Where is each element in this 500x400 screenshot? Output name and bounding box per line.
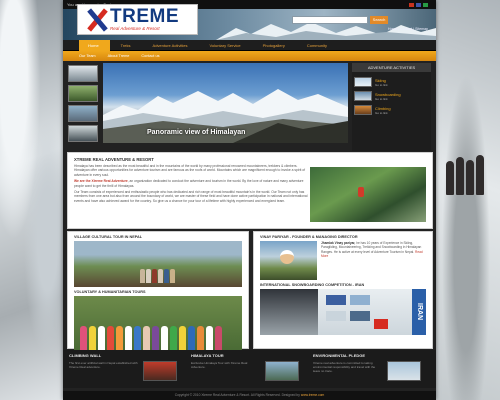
intro-section: XTREME REAL ADVENTURE & RESORT Himalaya … <box>67 152 433 229</box>
snowboarding-competition-title[interactable]: INTERNATIONAL SNOWBOARDING COMPETITION -… <box>254 280 432 289</box>
climbing-wall-image[interactable] <box>143 361 177 381</box>
flag-icon[interactable] <box>409 2 414 7</box>
footer-climbing-wall: CLIMBING WALL The first ever artificial … <box>69 353 185 385</box>
designer-link[interactable]: www.treme.com <box>301 393 324 397</box>
nav-photogallery[interactable]: Photogallery <box>254 40 296 51</box>
website-container: You are Home | Tools Search Home | Conta… <box>63 0 436 400</box>
intro-title: XTREME REAL ADVENTURE & RESORT <box>74 157 154 162</box>
flag-icon[interactable] <box>416 2 421 7</box>
slide-thumbnail[interactable] <box>68 65 98 82</box>
adventure-item-climbing[interactable]: Climbing Go to link <box>352 103 431 117</box>
adventure-item-snowboarding[interactable]: Snowboarding Go to link <box>352 89 431 103</box>
search-input[interactable] <box>292 16 368 24</box>
adventure-activities-panel: ADVENTURE ACTIVITIES Skiing Go to link S… <box>352 63 431 151</box>
slide-thumbnail[interactable] <box>68 85 98 102</box>
subnav-contact[interactable]: Contact us <box>141 54 159 58</box>
background-mountain-left <box>0 0 68 400</box>
flag-icon[interactable] <box>423 2 428 7</box>
logo[interactable]: TREME Real Adventure & Resort <box>77 4 198 35</box>
village-tour-image[interactable] <box>74 241 242 287</box>
village-tour-title[interactable]: VILLAGE CULTURAL TOUR IN NEPAL <box>68 232 248 241</box>
footer-environmental-pledge: ENVIRONMENTAL PLEDGE Xtreme real adventu… <box>313 353 429 385</box>
language-flags[interactable] <box>409 2 428 7</box>
climbing-thumbnail <box>354 105 372 115</box>
sub-nav: Our Team About Treme Contact us <box>63 51 436 61</box>
nav-voluntary-service[interactable]: Voluntary Service <box>200 40 251 51</box>
snowboarder-photo <box>260 289 318 335</box>
voluntary-group-image[interactable] <box>74 296 242 350</box>
founder-title[interactable]: VINAY PARIYAR - FOUNDER & MANAGING DIREC… <box>254 232 432 241</box>
slideshow-thumbnails <box>68 63 101 151</box>
nav-adventure-activities[interactable]: Adventure Activities <box>144 40 199 51</box>
himalaya-tour-image[interactable] <box>265 361 299 381</box>
adventure-item-skiing[interactable]: Skiing Go to link <box>352 75 431 89</box>
founder-bio: Jhamlak Vinay pariyar, he has 10 years o… <box>321 241 423 258</box>
founder-photo[interactable] <box>260 241 317 280</box>
left-column: VILLAGE CULTURAL TOUR IN NEPAL VOLUNTARY… <box>67 231 249 350</box>
skiing-thumbnail <box>354 77 372 87</box>
right-column: VINAY PARIYAR - FOUNDER & MANAGING DIREC… <box>253 231 433 349</box>
nav-treks[interactable]: Treks <box>112 40 142 51</box>
voluntary-tours-title[interactable]: VOLUNTARY & HUMANITARIAN TOURS <box>68 287 248 296</box>
hero-caption: Panoramic view of Himalayan <box>147 129 246 136</box>
footer-himalaya-tour: HIMALAYA TOUR Exclusive Himalaya Tour wi… <box>191 353 307 385</box>
snowboarding-thumbnail <box>354 91 372 101</box>
feature-area: Panoramic view of Himalayan ADVENTURE AC… <box>68 63 431 151</box>
copyright-bar: Copyright © 2010 Xtreme Real Adventure &… <box>63 391 436 400</box>
climber-figure <box>358 187 364 197</box>
logo-x-icon <box>86 7 108 32</box>
main-nav: Home Treks Adventure Activities Voluntar… <box>63 39 436 51</box>
hikers-image <box>444 150 490 195</box>
intro-paragraph-2: We are the Xtreme Real Adventure, an org… <box>74 179 304 188</box>
adventure-panel-title: ADVENTURE ACTIVITIES <box>352 63 431 72</box>
nav-community[interactable]: Community <box>298 40 338 51</box>
slide-thumbnail[interactable] <box>68 125 98 142</box>
subnav-about[interactable]: About Treme <box>108 54 130 58</box>
slide-thumbnail[interactable] <box>68 105 98 122</box>
background-mountain-right <box>432 0 500 400</box>
snowboarding-competition-image[interactable]: IRAN <box>260 289 426 335</box>
footer: CLIMBING WALL The first ever artificial … <box>63 350 436 388</box>
logo-word: TREME <box>110 6 179 27</box>
header-mini-nav[interactable]: Home | Contact | Sitemap <box>388 27 428 31</box>
nav-home[interactable]: Home <box>79 39 110 51</box>
intro-paragraph-1: Himalaya has been described as the most … <box>74 164 306 177</box>
iran-banner: IRAN <box>412 289 426 335</box>
subnav-our-team[interactable]: Our Team <box>79 54 96 58</box>
search-button[interactable]: Search <box>370 16 388 24</box>
intro-paragraph-3: Our Team consists of experienced and ent… <box>74 190 308 203</box>
environment-image[interactable] <box>387 361 421 381</box>
paragliding-climbing-image <box>310 167 426 222</box>
founder-portrait <box>280 250 294 264</box>
hero-slideshow[interactable]: Panoramic view of Himalayan <box>103 63 348 143</box>
